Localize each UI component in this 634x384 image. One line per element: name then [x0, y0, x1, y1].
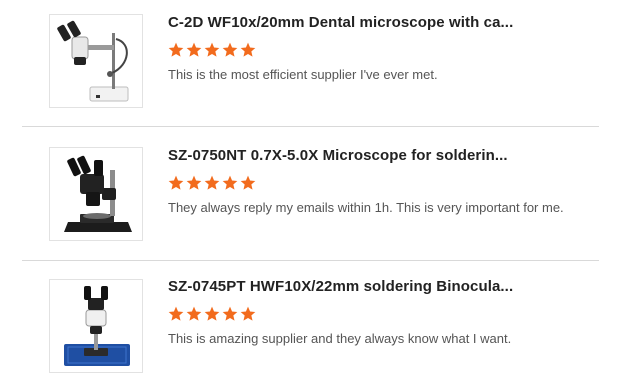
star-icon — [168, 42, 184, 57]
star-icon — [222, 175, 238, 190]
trinocular-microscope-icon — [64, 155, 132, 232]
star-icon — [204, 306, 220, 321]
review-list: C-2D WF10x/20mm Dental microscope with c… — [0, 0, 634, 384]
product-title-1[interactable]: C-2D WF10x/20mm Dental microscope with c… — [168, 14, 588, 31]
review-item-2: SZ-0750NT 0.7X-5.0X Microscope for solde… — [0, 127, 634, 260]
product-title-3[interactable]: SZ-0745PT HWF10X/22mm soldering Binocula… — [168, 278, 588, 295]
star-icon — [186, 306, 202, 321]
review-comment-2: They always reply my emails within 1h. T… — [168, 200, 564, 215]
star-icon — [186, 175, 202, 190]
star-icon — [204, 175, 220, 190]
rating-stars-3 — [168, 306, 256, 322]
star-icon — [222, 42, 238, 57]
star-icon — [186, 42, 202, 57]
binocular-microscope-icon — [64, 286, 130, 366]
star-icon — [222, 306, 238, 321]
stereo-microscope-icon — [57, 20, 129, 102]
star-icon — [240, 42, 256, 57]
rating-stars-1 — [168, 42, 256, 58]
product-thumbnail-3[interactable] — [49, 279, 143, 373]
star-icon — [240, 175, 256, 190]
product-title-2[interactable]: SZ-0750NT 0.7X-5.0X Microscope for solde… — [168, 147, 588, 164]
review-comment-1: This is the most efficient supplier I've… — [168, 67, 438, 82]
star-icon — [240, 306, 256, 321]
star-icon — [204, 42, 220, 57]
product-thumbnail-1[interactable] — [49, 14, 143, 108]
review-item-3: SZ-0745PT HWF10X/22mm soldering Binocula… — [0, 261, 634, 384]
review-comment-3: This is amazing supplier and they always… — [168, 331, 512, 346]
star-icon — [168, 306, 184, 321]
star-icon — [168, 175, 184, 190]
review-item-1: C-2D WF10x/20mm Dental microscope with c… — [0, 0, 634, 126]
rating-stars-2 — [168, 175, 256, 191]
product-thumbnail-2[interactable] — [49, 147, 143, 241]
